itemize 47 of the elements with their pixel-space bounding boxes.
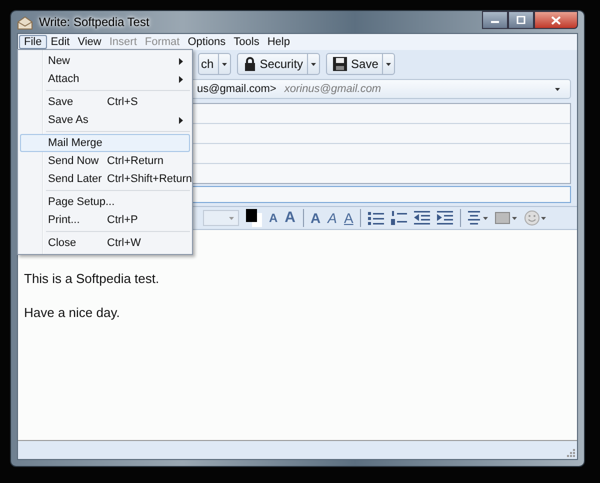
menu-item[interactable]: Options [184,36,230,48]
menu-entry[interactable]: Close Ctrl+W [20,234,190,252]
menu-entry[interactable]: Page Setup... [20,193,190,211]
body-text: This is a Softpedia test. [24,270,160,288]
close-icon [551,16,561,24]
background-color-icon[interactable] [495,211,518,225]
menu-entry[interactable]: Print... Ctrl+P [20,211,190,229]
resize-grip-icon[interactable] [567,449,575,457]
indent-icon[interactable] [437,211,454,225]
menu-item[interactable]: Tools [230,36,264,48]
menu-item[interactable]: Help [263,36,294,48]
menu-entry[interactable]: Send Later Ctrl+Shift+Return [20,170,190,188]
maximize-button[interactable] [508,11,534,29]
dropdown-arrow-icon[interactable] [218,54,230,74]
toolbar-button[interactable]: ch [198,53,231,75]
submenu-arrow-icon [179,117,183,124]
menu-entry[interactable]: Mail Merge [20,134,190,152]
menu-item[interactable]: Edit [46,36,74,48]
menu-entry[interactable]: Save As [20,111,190,129]
submenu-arrow-icon [179,76,183,83]
minimize-button[interactable] [482,11,508,29]
menu-entry[interactable]: New [20,52,190,70]
close-button[interactable] [534,11,578,29]
font-style-button[interactable]: A [284,210,296,226]
submenu-arrow-icon [179,58,183,65]
envelope-icon [17,16,33,30]
numbered-list-icon[interactable] [391,211,408,225]
align-icon[interactable] [468,211,488,225]
toolbar-button[interactable]: Save [326,53,396,75]
menu-entry[interactable]: Send Now Ctrl+Return [20,152,190,170]
dropdown-arrow-icon [555,88,560,90]
window-title: Write: Softpedia Test [39,15,150,29]
font-style-button[interactable]: A [269,210,278,226]
dropdown-arrow-icon [229,216,234,220]
menu-item[interactable]: File [19,35,47,49]
bullet-list-icon[interactable] [368,211,384,225]
font-style-button[interactable]: A [310,210,321,226]
body-text: Have a nice day. [24,304,121,322]
smiley-icon[interactable] [524,210,546,226]
toolbar-button[interactable]: Security [236,53,320,75]
font-style-button[interactable]: A [344,210,354,226]
text-color-icon[interactable] [246,209,262,227]
padlock-icon [244,57,256,71]
maximize-icon [516,16,526,24]
menu-item[interactable]: View [74,36,106,48]
outdent-icon[interactable] [414,211,430,225]
font-style-button[interactable]: A [328,210,337,226]
